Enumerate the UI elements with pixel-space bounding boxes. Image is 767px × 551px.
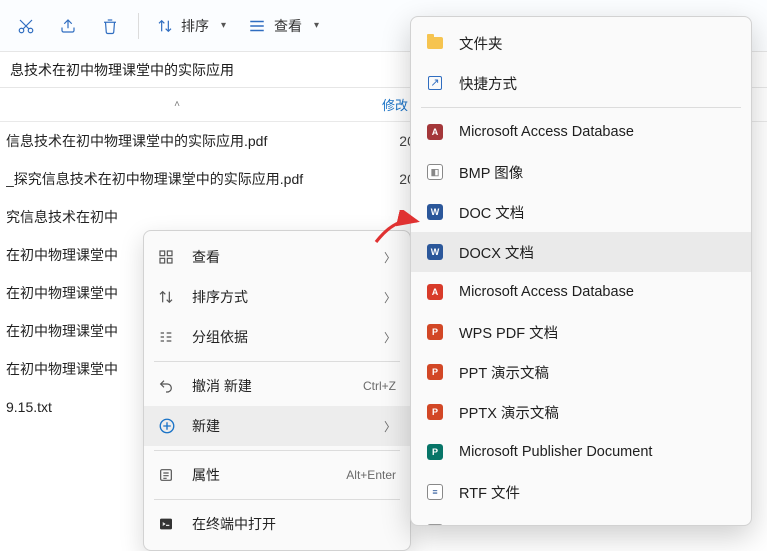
terminal-icon [158, 516, 178, 532]
new-doc-label: DOC 文档 [459, 202, 524, 223]
new-txt[interactable]: ≡ 文本文档 [411, 512, 751, 526]
ctx-props-accel: Alt+Enter [346, 468, 396, 482]
new-docx[interactable]: W DOCX 文档 [411, 232, 751, 272]
new-docx-label: DOCX 文档 [459, 242, 534, 263]
new-access2[interactable]: A Microsoft Access Database [411, 272, 751, 312]
new-folder[interactable]: 文件夹 [411, 23, 751, 63]
chevron-right-icon: 〉 [384, 418, 396, 435]
ppt-icon: P [425, 362, 445, 382]
new-access[interactable]: A Microsoft Access Database [411, 112, 751, 152]
toolbar-separator [138, 13, 139, 39]
new-publisher-label: Microsoft Publisher Document [459, 444, 652, 460]
ctx-terminal[interactable]: 在终端中打开 [144, 504, 410, 544]
sort-dropdown[interactable]: 排序 ▾ [149, 8, 234, 44]
ctx-group-label: 分组依据 [192, 327, 370, 347]
ctx-new-label: 新建 [192, 416, 370, 436]
bmp-icon: ◧ [425, 162, 445, 182]
new-txt-label: 文本文档 [459, 522, 517, 527]
new-pptx-label: PPTX 演示文稿 [459, 402, 559, 423]
chevron-right-icon: 〉 [384, 289, 396, 306]
new-access2-label: Microsoft Access Database [459, 284, 634, 300]
publisher-icon: P [425, 442, 445, 462]
docx-icon: W [425, 242, 445, 262]
plus-circle-icon [158, 417, 178, 435]
file-name: _探究信息技术在初中物理课堂中的实际应用.pdf [6, 169, 366, 189]
new-bmp-label: BMP 图像 [459, 162, 523, 183]
ctx-undo-label: 撤消 新建 [192, 376, 349, 396]
access-icon: A [425, 282, 445, 302]
chevron-right-icon: 〉 [384, 329, 396, 346]
new-pdf-label: WPS PDF 文档 [459, 322, 558, 343]
folder-title: 息技术在初中物理课堂中的实际应用 [10, 60, 234, 80]
new-shortcut[interactable]: ↗ 快捷方式 [411, 63, 751, 103]
new-ppt-label: PPT 演示文稿 [459, 362, 549, 383]
ctx-group[interactable]: 分组依据 〉 [144, 317, 410, 357]
doc-icon: W [425, 202, 445, 222]
pdf-icon: P [425, 322, 445, 342]
new-publisher[interactable]: P Microsoft Publisher Document [411, 432, 751, 472]
ctx-view[interactable]: 查看 〉 [144, 237, 410, 277]
new-folder-label: 文件夹 [459, 33, 503, 54]
ctx-props-label: 属性 [192, 465, 332, 485]
ctx-sort[interactable]: 排序方式 〉 [144, 277, 410, 317]
cut-button[interactable] [8, 8, 44, 44]
ctx-view-label: 查看 [192, 247, 370, 267]
sort-asc-icon: ˄ [174, 99, 180, 110]
column-name[interactable]: ˄ [0, 99, 360, 110]
new-rtf-label: RTF 文件 [459, 482, 520, 503]
txt-icon: ≡ [425, 522, 445, 526]
group-icon [158, 329, 178, 345]
new-ppt[interactable]: P PPT 演示文稿 [411, 352, 751, 392]
ctx-sort-label: 排序方式 [192, 287, 370, 307]
menu-separator [154, 499, 400, 500]
new-doc[interactable]: W DOC 文档 [411, 192, 751, 232]
chevron-down-icon: ▾ [221, 20, 226, 31]
new-shortcut-label: 快捷方式 [459, 73, 517, 94]
new-type-submenu: 文件夹 ↗ 快捷方式 A Microsoft Access Database ◧… [410, 16, 752, 526]
ctx-terminal-label: 在终端中打开 [192, 514, 396, 534]
delete-button[interactable] [92, 8, 128, 44]
share-button[interactable] [50, 8, 86, 44]
context-menu: 查看 〉 排序方式 〉 分组依据 〉 撤消 新建 Ctrl+Z 新建 〉 属性 [143, 230, 411, 551]
chevron-down-icon: ▾ [314, 20, 319, 31]
folder-icon [425, 33, 445, 53]
new-pptx[interactable]: P PPTX 演示文稿 [411, 392, 751, 432]
pptx-icon: P [425, 402, 445, 422]
menu-separator [421, 107, 741, 108]
menu-separator [154, 361, 400, 362]
ctx-undo-accel: Ctrl+Z [363, 379, 396, 393]
properties-icon [158, 467, 178, 483]
grid-icon [158, 249, 178, 265]
ctx-new[interactable]: 新建 〉 [144, 406, 410, 446]
ctx-props[interactable]: 属性 Alt+Enter [144, 455, 410, 495]
file-name: 信息技术在初中物理课堂中的实际应用.pdf [6, 131, 366, 151]
view-dropdown[interactable]: 查看 ▾ [240, 8, 327, 44]
shortcut-icon: ↗ [425, 73, 445, 93]
new-bmp[interactable]: ◧ BMP 图像 [411, 152, 751, 192]
new-access-label: Microsoft Access Database [459, 124, 634, 140]
new-rtf[interactable]: ≡ RTF 文件 [411, 472, 751, 512]
new-pdf[interactable]: P WPS PDF 文档 [411, 312, 751, 352]
view-label: 查看 [274, 16, 302, 36]
sort-icon [157, 18, 173, 34]
sort-icon [158, 289, 178, 305]
access-icon: A [425, 122, 445, 142]
view-icon [248, 19, 266, 33]
undo-icon [158, 378, 178, 394]
ctx-undo[interactable]: 撤消 新建 Ctrl+Z [144, 366, 410, 406]
chevron-right-icon: 〉 [384, 249, 396, 266]
rtf-icon: ≡ [425, 482, 445, 502]
file-name: 究信息技术在初中 [6, 207, 366, 227]
sort-label: 排序 [181, 16, 209, 36]
menu-separator [154, 450, 400, 451]
